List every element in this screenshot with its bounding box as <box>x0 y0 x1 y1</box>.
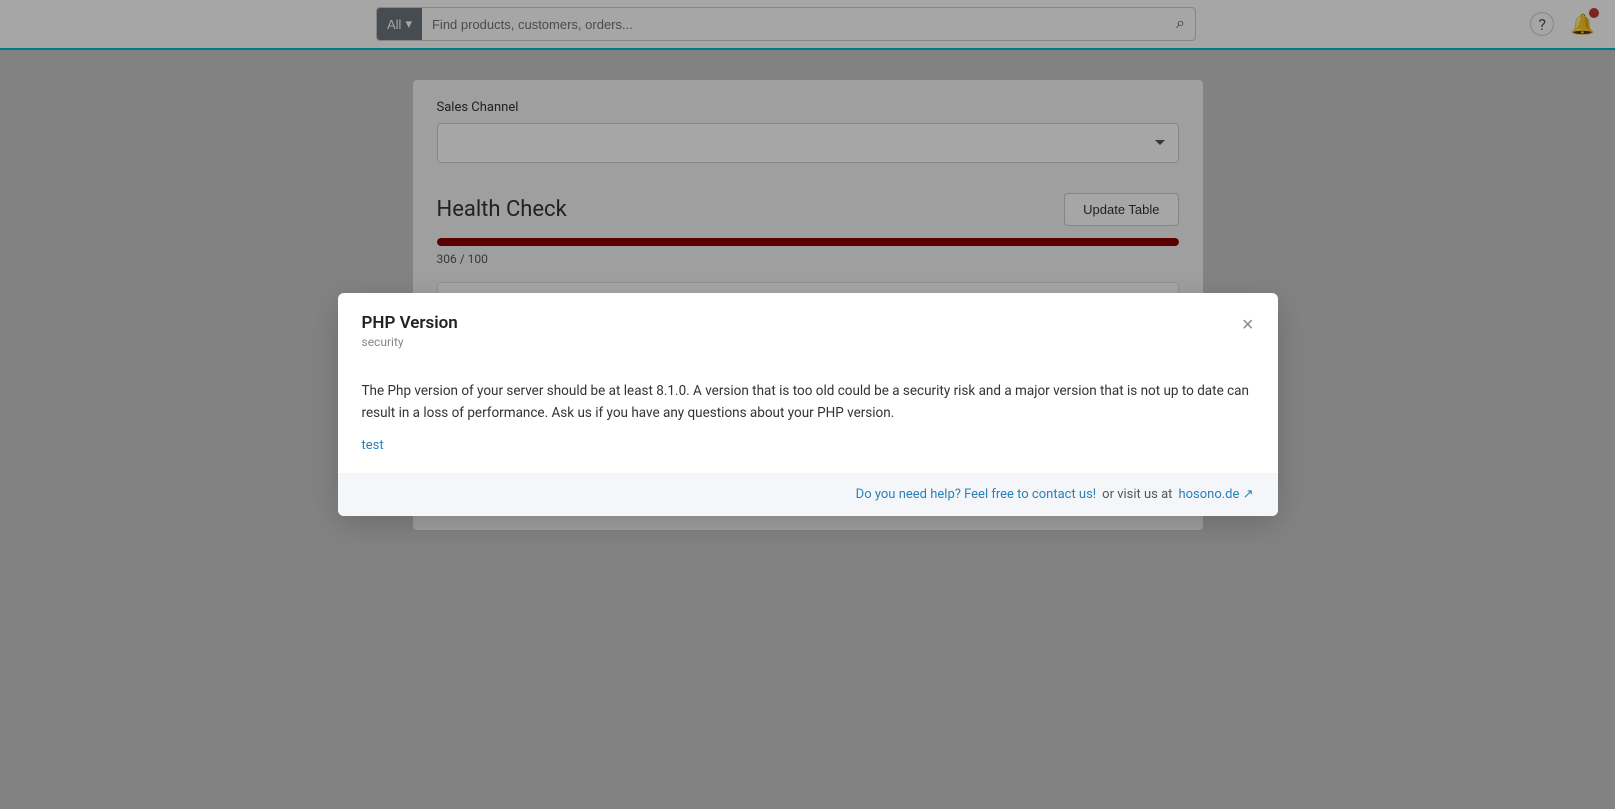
modal-header: PHP Version security × <box>338 293 1278 361</box>
modal-subtitle: security <box>362 335 458 349</box>
modal-footer-hosono-link[interactable]: hosono.de ↗ <box>1178 487 1253 502</box>
modal-footer: Do you need help? Feel free to contact u… <box>338 473 1278 516</box>
modal-title-block: PHP Version security <box>362 313 458 349</box>
modal-test-link[interactable]: test <box>362 438 384 453</box>
modal-footer-hosono-label: hosono.de ↗ <box>1178 487 1253 502</box>
modal-close-button[interactable]: × <box>1242 315 1254 335</box>
modal-footer-visit-text: or visit us at <box>1102 487 1172 502</box>
modal-footer-contact-link[interactable]: Do you need help? Feel free to contact u… <box>856 487 1096 502</box>
modal-body: The Php version of your server should be… <box>338 361 1278 473</box>
modal-title: PHP Version <box>362 313 458 333</box>
modal-overlay[interactable]: PHP Version security × The Php version o… <box>0 0 1615 809</box>
modal-dialog: PHP Version security × The Php version o… <box>338 293 1278 516</box>
modal-description: The Php version of your server should be… <box>362 381 1254 424</box>
